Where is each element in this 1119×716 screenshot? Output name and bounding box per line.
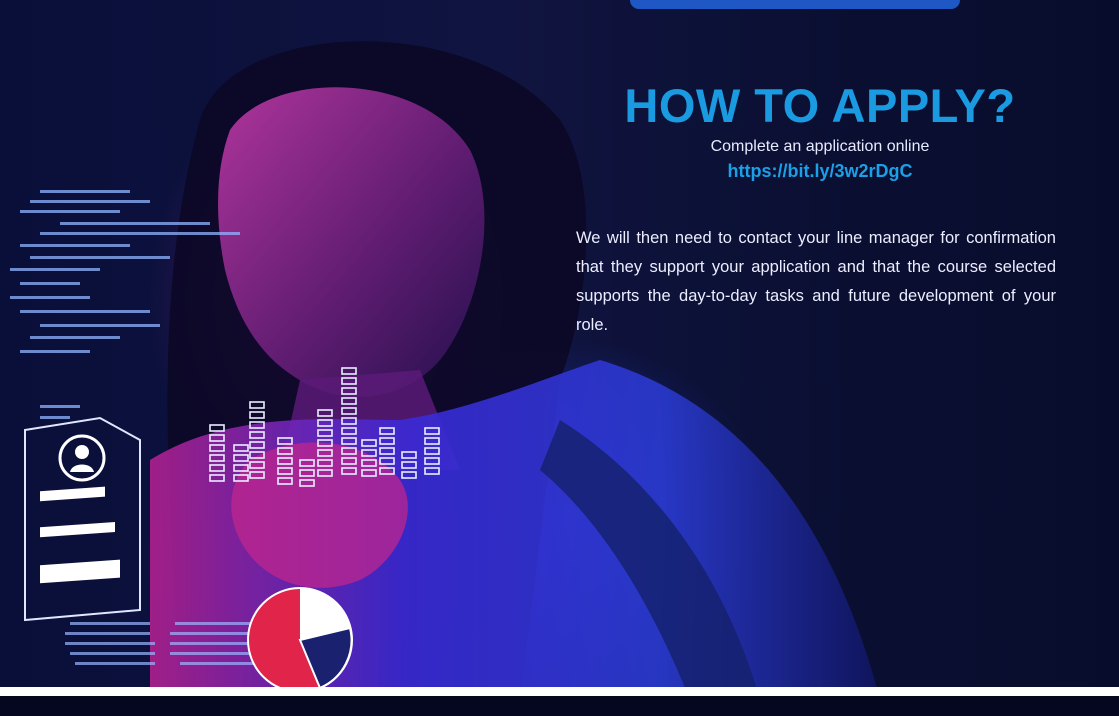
bottom-divider-bar <box>0 687 1119 696</box>
application-link[interactable]: https://bit.ly/3w2rDgC <box>570 161 1070 182</box>
application-subtitle: Complete an application online <box>710 138 930 155</box>
bottom-strip <box>0 696 1119 716</box>
how-to-apply-section: HOW TO APPLY? Complete an application on… <box>570 82 1070 182</box>
profile-card-icon <box>24 416 141 622</box>
application-body-text: We will then need to contact your line m… <box>576 228 1056 334</box>
page: HOW TO APPLY? Complete an application on… <box>0 0 1119 716</box>
section-title: HOW TO APPLY? <box>624 79 1016 132</box>
pie-chart-icon <box>247 587 353 693</box>
